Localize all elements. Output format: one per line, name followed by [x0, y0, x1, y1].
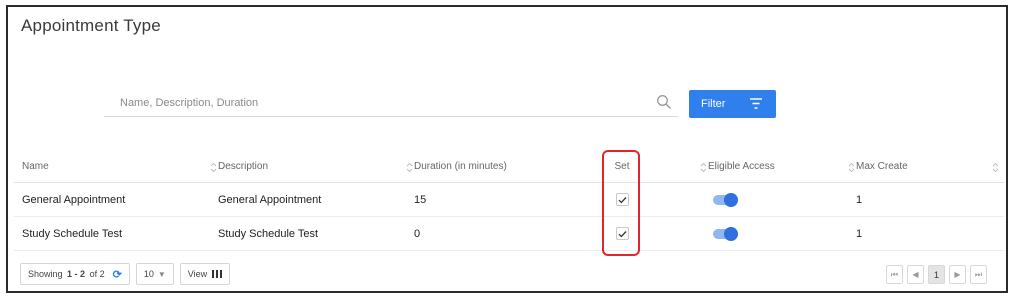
set-checkbox[interactable]: [615, 227, 629, 240]
view-button[interactable]: View: [179, 263, 231, 285]
sort-icon[interactable]: [406, 162, 413, 173]
checkmark-icon: [618, 196, 626, 203]
table-footer: Showing 1 - 2 of 2 ⟳ 10 ▼ View: [20, 263, 231, 285]
view-label: View: [187, 269, 208, 279]
row-duration: 15: [414, 193, 427, 206]
first-page-button[interactable]: ⏮: [886, 265, 903, 284]
filter-icon: [750, 98, 762, 109]
row-name: Study Schedule Test: [22, 227, 123, 240]
chevron-down-icon: ▼: [157, 269, 166, 279]
appointment-type-panel: Appointment Type Filter Name Description…: [6, 5, 1008, 293]
filter-button-label: Filter: [701, 98, 726, 110]
column-header-description[interactable]: Description: [218, 151, 268, 182]
row-name: General Appointment: [22, 193, 126, 206]
refresh-icon[interactable]: ⟳: [113, 268, 122, 281]
pagination: ⏮ ◀ 1 ▶ ⏭: [886, 265, 987, 284]
row-description: General Appointment: [218, 193, 322, 206]
set-cell: [610, 183, 634, 216]
sort-icon[interactable]: [700, 162, 707, 173]
last-page-button[interactable]: ⏭: [970, 265, 987, 284]
page-title: Appointment Type: [21, 16, 161, 35]
set-checkbox[interactable]: [615, 193, 629, 206]
next-page-button[interactable]: ▶: [949, 265, 966, 284]
table-header: Name Description Duration (in minutes) S…: [14, 151, 1004, 183]
record-count: Showing 1 - 2 of 2 ⟳: [20, 263, 130, 285]
page-size-select[interactable]: 10 ▼: [135, 263, 174, 285]
set-cell: [610, 217, 634, 250]
column-header-max-create[interactable]: Max Create: [856, 151, 908, 182]
sort-icon[interactable]: [210, 162, 217, 173]
appointment-type-table: Name Description Duration (in minutes) S…: [14, 151, 1004, 251]
filter-button[interactable]: Filter: [689, 90, 776, 118]
showing-of: of 2: [89, 269, 105, 279]
row-duration: 0: [414, 227, 421, 240]
row-description: Study Schedule Test: [218, 227, 319, 240]
row-max-create: 1: [856, 193, 863, 206]
eligible-access-toggle[interactable]: [713, 193, 739, 207]
page-size-value: 10: [143, 269, 154, 279]
column-header-name[interactable]: Name: [22, 151, 49, 182]
search-bar: [104, 89, 678, 117]
sort-icon[interactable]: [992, 162, 999, 173]
row-max-create: 1: [856, 227, 863, 240]
eligible-access-toggle[interactable]: [713, 227, 739, 241]
column-header-duration[interactable]: Duration (in minutes): [414, 151, 507, 182]
column-header-set[interactable]: Set: [610, 151, 634, 182]
column-header-eligible-access[interactable]: Eligible Access: [708, 151, 775, 182]
checkmark-icon: [618, 230, 626, 237]
showing-prefix: Showing: [28, 269, 63, 279]
current-page-button[interactable]: 1: [928, 265, 945, 284]
showing-range: 1 - 2: [67, 269, 86, 279]
table-row[interactable]: General Appointment General Appointment …: [14, 183, 1004, 217]
search-input[interactable]: [104, 89, 644, 116]
search-icon[interactable]: [656, 94, 672, 110]
sort-icon[interactable]: [848, 162, 855, 173]
table-row[interactable]: Study Schedule Test Study Schedule Test …: [14, 217, 1004, 251]
columns-icon: [212, 270, 223, 278]
prev-page-button[interactable]: ◀: [907, 265, 924, 284]
